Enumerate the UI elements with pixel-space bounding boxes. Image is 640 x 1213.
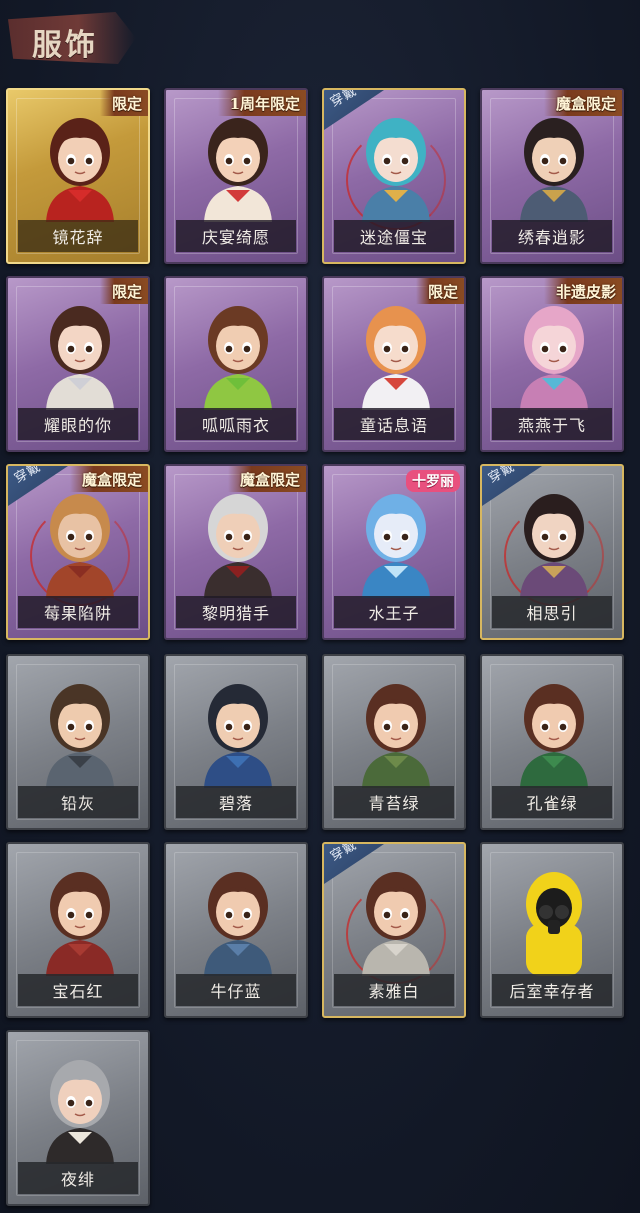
outfit-card[interactable]: 宝石红 [6, 842, 150, 1018]
outfit-name: 迷途僵宝 [334, 220, 454, 252]
outfit-name: 呱呱雨衣 [176, 408, 296, 440]
character-portrait [32, 106, 128, 222]
outfit-name: 耀眼的你 [18, 408, 138, 440]
outfit-grid: 限定 镜花辞 1周年限定 庆宴绮愿 穿戴 迷途僵宝 魔盒限定 绣春逍影 限定 耀… [0, 0, 640, 1213]
outfit-name: 宝石红 [18, 974, 138, 1006]
character-portrait [506, 672, 602, 788]
outfit-name: 青苔绿 [334, 786, 454, 818]
limited-badge: 限定 [415, 278, 464, 304]
outfit-card[interactable]: 限定镜花辞 [6, 88, 150, 264]
outfit-name: 素雅白 [334, 974, 454, 1006]
character-portrait [348, 482, 444, 598]
outfit-card[interactable]: 穿戴 相思引 [480, 464, 624, 640]
outfit-card[interactable]: 夜绯 [6, 1030, 150, 1206]
character-portrait [506, 294, 602, 410]
outfit-name: 牛仔蓝 [176, 974, 296, 1006]
outfit-card[interactable]: 十罗丽水王子 [322, 464, 466, 640]
limited-badge: 魔盒限定 [69, 466, 148, 492]
outfit-name: 孔雀绿 [492, 786, 612, 818]
limited-badge: 魔盒限定 [227, 466, 306, 492]
outfit-name: 碧落 [176, 786, 296, 818]
character-portrait [506, 860, 602, 976]
character-portrait [348, 860, 444, 976]
outfit-card[interactable]: 牛仔蓝 [164, 842, 308, 1018]
outfit-name: 夜绯 [18, 1162, 138, 1194]
character-portrait [190, 860, 286, 976]
outfit-card[interactable]: 穿戴 魔盒限定 莓果陷阱 [6, 464, 150, 640]
limited-badge: 1周年限定 [217, 90, 306, 116]
character-portrait [32, 1048, 128, 1164]
outfit-name: 燕燕于飞 [492, 408, 612, 440]
outfit-card[interactable]: 穿戴 素雅白 [322, 842, 466, 1018]
outfit-card[interactable]: 铅灰 [6, 654, 150, 830]
outfit-name: 莓果陷阱 [18, 596, 138, 628]
character-portrait [348, 106, 444, 222]
character-portrait [190, 294, 286, 410]
outfit-name: 铅灰 [18, 786, 138, 818]
character-portrait [348, 672, 444, 788]
character-portrait [32, 482, 128, 598]
character-portrait [190, 672, 286, 788]
outfit-card[interactable]: 后室幸存者 [480, 842, 624, 1018]
outfit-card[interactable]: 青苔绿 [322, 654, 466, 830]
outfit-name: 黎明猎手 [176, 596, 296, 628]
outfit-card[interactable]: 魔盒限定绣春逍影 [480, 88, 624, 264]
limited-badge: 非遗皮影 [543, 278, 622, 304]
outfit-name: 后室幸存者 [492, 974, 612, 1006]
character-portrait [190, 106, 286, 222]
limited-badge: 限定 [99, 90, 148, 116]
outfit-name: 镜花辞 [18, 220, 138, 252]
character-portrait [506, 482, 602, 598]
character-portrait [348, 294, 444, 410]
outfit-card[interactable]: 碧落 [164, 654, 308, 830]
outfit-name: 绣春逍影 [492, 220, 612, 252]
character-portrait [506, 106, 602, 222]
character-portrait [32, 860, 128, 976]
outfit-card[interactable]: 呱呱雨衣 [164, 276, 308, 452]
character-portrait [190, 482, 286, 598]
limited-badge: 限定 [99, 278, 148, 304]
outfit-name: 童话息语 [334, 408, 454, 440]
outfit-card[interactable]: 魔盒限定黎明猎手 [164, 464, 308, 640]
outfit-card[interactable]: 1周年限定庆宴绮愿 [164, 88, 308, 264]
outfit-name: 水王子 [334, 596, 454, 628]
outfit-card[interactable]: 孔雀绿 [480, 654, 624, 830]
character-portrait [32, 294, 128, 410]
outfit-name: 相思引 [492, 596, 612, 628]
outfit-card[interactable]: 限定耀眼的你 [6, 276, 150, 452]
outfit-card[interactable]: 穿戴 迷途僵宝 [322, 88, 466, 264]
outfit-card[interactable]: 非遗皮影燕燕于飞 [480, 276, 624, 452]
limited-badge: 十罗丽 [406, 470, 460, 492]
character-portrait [32, 672, 128, 788]
outfit-name: 庆宴绮愿 [176, 220, 296, 252]
outfit-card[interactable]: 限定童话息语 [322, 276, 466, 452]
limited-badge: 魔盒限定 [543, 90, 622, 116]
